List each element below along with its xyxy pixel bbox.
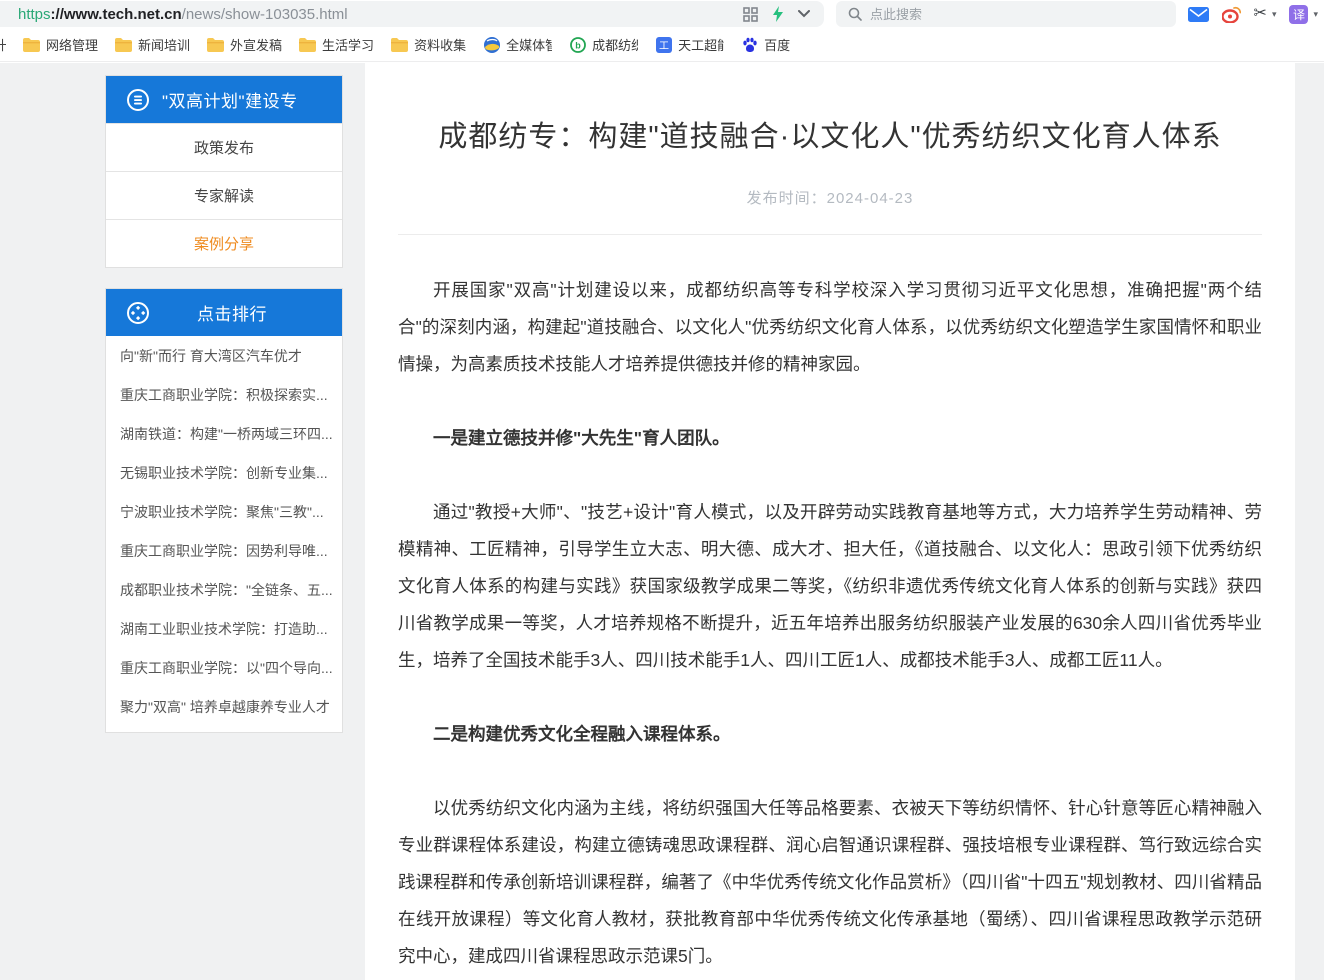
bookmark-item[interactable]: 网络管理 <box>23 35 98 54</box>
bookmark-item[interactable]: 新闻培训 <box>115 35 190 54</box>
ranking-item[interactable]: 重庆工商职业学院：因势利导唯... <box>106 531 342 570</box>
bookmark-label: 网络管理 <box>46 35 98 54</box>
ranking-item[interactable]: 宁波职业技术学院：聚焦"三教"... <box>106 492 342 531</box>
url-host: ://www.tech.net.cn <box>51 6 182 23</box>
bookmark-item[interactable]: 工天工超能 <box>655 35 724 54</box>
ranking-item[interactable]: 湖南铁道：构建"一桥两域三环四... <box>106 414 342 453</box>
address-bar[interactable]: https://www.tech.net.cn/news/show-103035… <box>0 1 824 27</box>
bookmark-item[interactable]: 资料收集 <box>391 35 466 54</box>
chevron-down-icon[interactable] <box>798 10 810 18</box>
nav-item[interactable]: 政策发布 <box>106 123 342 171</box>
svg-text:b: b <box>575 40 581 50</box>
ranking-item[interactable]: 重庆工商职业学院：积极探索实... <box>106 375 342 414</box>
folder-icon <box>207 36 224 53</box>
ranking-item[interactable]: 聚力"双高" 培养卓越康养专业人才 <box>106 687 342 726</box>
ranking-item[interactable]: 湖南工业职业技术学院：打造助... <box>106 609 342 648</box>
article-panel: 成都纺专：构建"道技融合·以文化人"优秀纺织文化育人体系 发布时间：2024-0… <box>365 63 1295 980</box>
nav-title: "双高计划"建设专 <box>162 87 298 112</box>
article-subheading: 二是构建优秀文化全程融入课程体系。 <box>398 716 1262 753</box>
mail-icon[interactable] <box>1188 7 1209 22</box>
bookmark-label: 新闻培训 <box>138 35 190 54</box>
bookmark-label: 外宣发稿 <box>230 35 282 54</box>
ranking-item[interactable]: 重庆工商职业学院：以"四个导向... <box>106 648 342 687</box>
bookmark-label: 生活学习 <box>322 35 374 54</box>
folder-icon <box>115 36 132 53</box>
article-paragraph: 开展国家"双高"计划建设以来，成都纺织高等专科学校深入学习贯彻习近平文化思想，准… <box>398 272 1262 383</box>
article-body: 开展国家"双高"计划建设以来，成都纺织高等专科学校深入学习贯彻习近平文化思想，准… <box>398 272 1262 980</box>
ranking-item[interactable]: 向"新"而行 育大湾区汽车优才 <box>106 336 342 375</box>
translate-caret-icon[interactable]: ▾ <box>1313 9 1318 20</box>
url-text[interactable]: https://www.tech.net.cn/news/show-103035… <box>0 6 348 23</box>
bookmark-label: 天工超能 <box>678 35 724 54</box>
bookmark-item[interactable]: 外宣发稿 <box>207 35 282 54</box>
article-paragraph: 通过"教授+大师"、"技艺+设计"育人模式，以及开辟劳动实践教育基地等方式，大力… <box>398 494 1262 679</box>
blue-gong-icon: 工 <box>655 36 672 53</box>
qr-code-icon[interactable] <box>743 7 758 22</box>
translate-icon[interactable]: 译 <box>1289 5 1308 24</box>
search-input[interactable] <box>870 7 1130 22</box>
bookmark-label: 百度 <box>764 35 790 54</box>
bookmark-label: 成都纺织 <box>592 35 638 54</box>
bookmark-item[interactable]: 百度 <box>741 35 790 54</box>
svg-text:工: 工 <box>659 41 669 52</box>
green-b-icon: b <box>569 36 586 53</box>
baidu-icon <box>741 36 758 53</box>
nav-item[interactable]: 案例分享 <box>106 219 342 267</box>
web-page: "双高计划"建设专 政策发布专家解读案例分享 点击排行 向"新"而行 育大湾区汽… <box>0 63 1324 980</box>
article-subheading: 一是建立德技并修"大先生"育人团队。 <box>398 420 1262 457</box>
bookmarks-bar: 十 网络管理新闻培训外宣发稿生活学习资料收集全媒体智b成都纺织工天工超能百度 <box>0 28 1324 62</box>
globe-icon <box>483 36 500 53</box>
article-title: 成都纺专：构建"道技融合·以文化人"优秀纺织文化育人体系 <box>398 113 1262 155</box>
bookmark-label: 资料收集 <box>414 35 466 54</box>
ranking-header: 点击排行 <box>106 289 342 336</box>
compass-circle-icon <box>126 301 150 325</box>
url-scheme: https <box>18 6 51 23</box>
bookmark-item[interactable]: b 成都纺织 <box>569 35 638 54</box>
publish-date: 发布时间：2024-04-23 <box>398 187 1262 235</box>
scissors-icon[interactable]: ✂ <box>1254 6 1267 22</box>
bookmark-item[interactable]: 全媒体智 <box>483 35 552 54</box>
url-path: /news/show-103035.html <box>182 6 348 23</box>
browser-top-bar: https://www.tech.net.cn/news/show-103035… <box>0 0 1324 28</box>
clipped-bookmark[interactable]: 十 <box>0 35 6 54</box>
folder-icon <box>299 36 316 53</box>
bookmark-item[interactable]: 生活学习 <box>299 35 374 54</box>
folder-icon <box>391 36 408 53</box>
list-circle-icon <box>126 88 150 112</box>
bookmark-label: 全媒体智 <box>506 35 552 54</box>
ranking-title: 点击排行 <box>162 300 342 325</box>
search-bar[interactable] <box>836 1 1176 27</box>
ranking-item[interactable]: 无锡职业技术学院：创新专业集... <box>106 453 342 492</box>
scissors-caret-icon[interactable]: ▾ <box>1272 9 1277 20</box>
weibo-icon[interactable] <box>1222 6 1241 23</box>
search-icon <box>848 7 862 21</box>
nav-header: "双高计划"建设专 <box>106 76 342 123</box>
folder-icon <box>23 36 40 53</box>
special-topic-nav: "双高计划"建设专 政策发布专家解读案例分享 <box>105 75 343 268</box>
lightning-icon[interactable] <box>772 6 784 22</box>
nav-item[interactable]: 专家解读 <box>106 171 342 219</box>
click-ranking: 点击排行 向"新"而行 育大湾区汽车优才重庆工商职业学院：积极探索实...湖南铁… <box>105 288 343 733</box>
article-paragraph: 以优秀纺织文化内涵为主线，将纺织强国大任等品格要素、衣被天下等纺织情怀、针心针意… <box>398 790 1262 975</box>
ranking-item[interactable]: 成都职业技术学院："全链条、五... <box>106 570 342 609</box>
